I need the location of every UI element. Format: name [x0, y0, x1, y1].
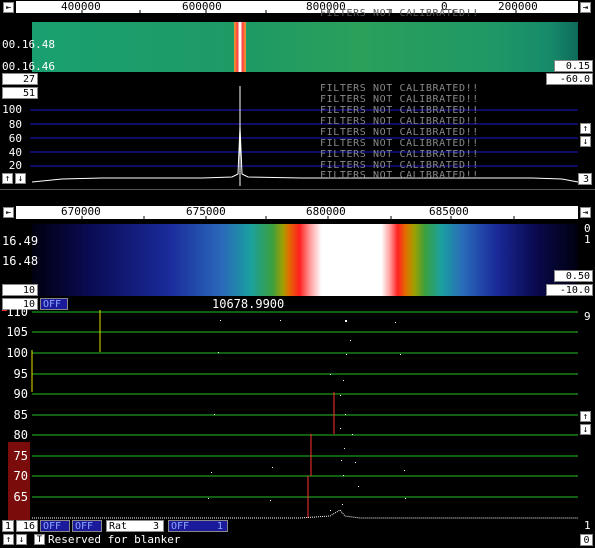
top-spectrum-ylabel: 80 — [8, 118, 22, 131]
bottom-panel: ⇤ ⇥ 670000 675000 680000 685000 16.49 16… — [0, 204, 595, 520]
status-badge-3-label: OFF — [171, 521, 190, 532]
bottom-spectrum-ylabel: 90 — [13, 387, 28, 401]
bottom-scale-ticks — [81, 216, 515, 219]
bottom-waterfall[interactable] — [32, 224, 578, 296]
top-spectrum-ylabel: 20 — [8, 159, 22, 172]
status-bar: 1 16 OFF OFF Rat 3 OFF 1 1 ↑ ↓ T Reserve… — [0, 519, 595, 548]
bottom-scale-left-arrow-icon[interactable]: ⇤ — [3, 207, 14, 218]
bottom-right-value-bottom[interactable]: -10.0 — [546, 284, 593, 296]
bottom-spectrum-ylabel: 80 — [13, 428, 28, 442]
bottom-spectrum-ylabel: 85 — [13, 408, 28, 422]
top-spectrum-ylabel: 100 — [2, 103, 22, 116]
status-badge-2[interactable]: OFF — [72, 520, 102, 532]
status-up-arrow-icon[interactable]: ↑ — [3, 534, 14, 545]
status-value-2[interactable]: 16 — [16, 520, 38, 532]
bottom-left-value[interactable]: 10 — [2, 284, 38, 296]
bottom-right-value-top[interactable]: 0.50 — [554, 270, 593, 282]
top-right-value-top[interactable]: 0.15 — [554, 60, 593, 72]
bottom-scale-right-arrow-icon[interactable]: ⇥ — [580, 207, 591, 218]
status-badge-1[interactable]: OFF — [40, 520, 70, 532]
bottom-wf-time-2: 16.48 — [2, 254, 39, 268]
top-right-value-bottom[interactable]: -60.0 — [546, 73, 593, 85]
filter-warning-line: FILTERS NOT CALIBRATED!! — [320, 138, 479, 149]
bottom-right-edge-mid: 1 — [584, 233, 591, 246]
top-frequency-scale[interactable]: 400000 600000 800000 0 200000 — [16, 0, 578, 13]
bottom-spectrum-ylabel: 105 — [6, 325, 28, 339]
spectrum-down-arrow-icon[interactable]: ↓ — [15, 173, 26, 184]
top-spectrum-ylabel: 40 — [8, 146, 22, 159]
filter-warning-line: FILTERS NOT CALIBRATED!! — [320, 105, 479, 116]
top-spectrum-ylabel: 60 — [8, 132, 22, 145]
bottom-wf-time-1: 16.49 — [2, 234, 39, 248]
scroll-up-arrow-icon[interactable]: ↑ — [580, 123, 591, 134]
bottom-scroll-up-arrow-icon[interactable]: ↑ — [580, 411, 591, 422]
status-text-toggle-icon[interactable]: T — [34, 534, 45, 545]
top-wf-time-2: 00.16.46 — [2, 60, 55, 73]
bottom-spectrum-ylabel: 95 — [13, 367, 28, 381]
status-badge-3-value: 1 — [216, 521, 223, 532]
rat-label: Rat — [109, 521, 128, 532]
frequency-readout: 10678.9900 — [212, 297, 285, 311]
bottom-spectrum-ylabel: 100 — [6, 346, 28, 360]
top-left-value[interactable]: 27 — [2, 73, 38, 85]
panel-divider — [0, 189, 595, 205]
scale-left-arrow-icon[interactable]: ⇤ — [3, 2, 14, 13]
top-panel: 400000 600000 800000 0 200000 ⇤ ⇥ 00.16.… — [0, 0, 595, 188]
bottom-spectrum-graph — [2, 310, 578, 519]
bottom-spectrum[interactable]: 110 105 100 95 90 85 80 75 70 65 9 ↑ ↓ — [0, 305, 595, 520]
top-spectrum-graph — [30, 86, 579, 186]
top-spectrum[interactable]: 51 100 80 60 40 20 FILTERS NOT CALIBRATE… — [2, 83, 593, 186]
filter-warning-line: FILTERS NOT CALIBRATED!! — [320, 94, 479, 105]
top-waterfall-signal — [234, 22, 246, 72]
bottom-spectrum-ylabel: 110 — [6, 305, 28, 319]
bottom-frequency-scale[interactable]: 670000 675000 680000 685000 — [16, 205, 578, 219]
status-badge-3[interactable]: OFF 1 — [168, 520, 228, 532]
filter-warning-line: FILTERS NOT CALIBRATED!! — [320, 116, 479, 127]
filter-warning-line: FILTERS NOT CALIBRATED!! — [320, 127, 479, 138]
scroll-down-arrow-icon[interactable]: ↓ — [580, 136, 591, 147]
bottom-spectrum-ylabel: 70 — [13, 469, 28, 483]
bottom-scroll-down-arrow-icon[interactable]: ↓ — [580, 424, 591, 435]
bottom-spectrum-ylabel: 65 — [13, 490, 28, 504]
rat-value: 3 — [152, 521, 159, 532]
spectrum-up-arrow-icon[interactable]: ↑ — [2, 173, 13, 184]
filter-warning-line: FILTERS NOT CALIBRATED!! — [320, 149, 479, 160]
status-right-value-bottom[interactable]: 0 — [580, 534, 593, 546]
status-value-1[interactable]: 1 — [2, 520, 14, 532]
status-right-value-top: 1 — [584, 519, 591, 532]
mode-badge[interactable]: OFF — [40, 298, 68, 310]
bottom-spectrum-ylabel: 75 — [13, 449, 28, 463]
rat-control[interactable]: Rat 3 — [106, 520, 164, 532]
top-waterfall[interactable] — [32, 22, 578, 72]
top-scale-ticks — [81, 10, 517, 13]
top-wf-time-1: 00.16.48 — [2, 38, 55, 51]
filter-warning-line: FILTERS NOT CALIBRATED!! — [320, 170, 479, 178]
bottom-right-edge-value: 9 — [584, 310, 591, 323]
scale-right-arrow-icon[interactable]: ⇥ — [580, 2, 591, 13]
filter-warning: FILTERS NOT CALIBRATED!! — [320, 8, 479, 19]
status-message: Reserved for blanker — [48, 533, 181, 546]
filter-warning-line: FILTERS NOT CALIBRATED!! — [320, 83, 479, 94]
top-bottom-right-value[interactable]: 3 — [578, 173, 592, 185]
status-down-arrow-icon[interactable]: ↓ — [16, 534, 27, 545]
